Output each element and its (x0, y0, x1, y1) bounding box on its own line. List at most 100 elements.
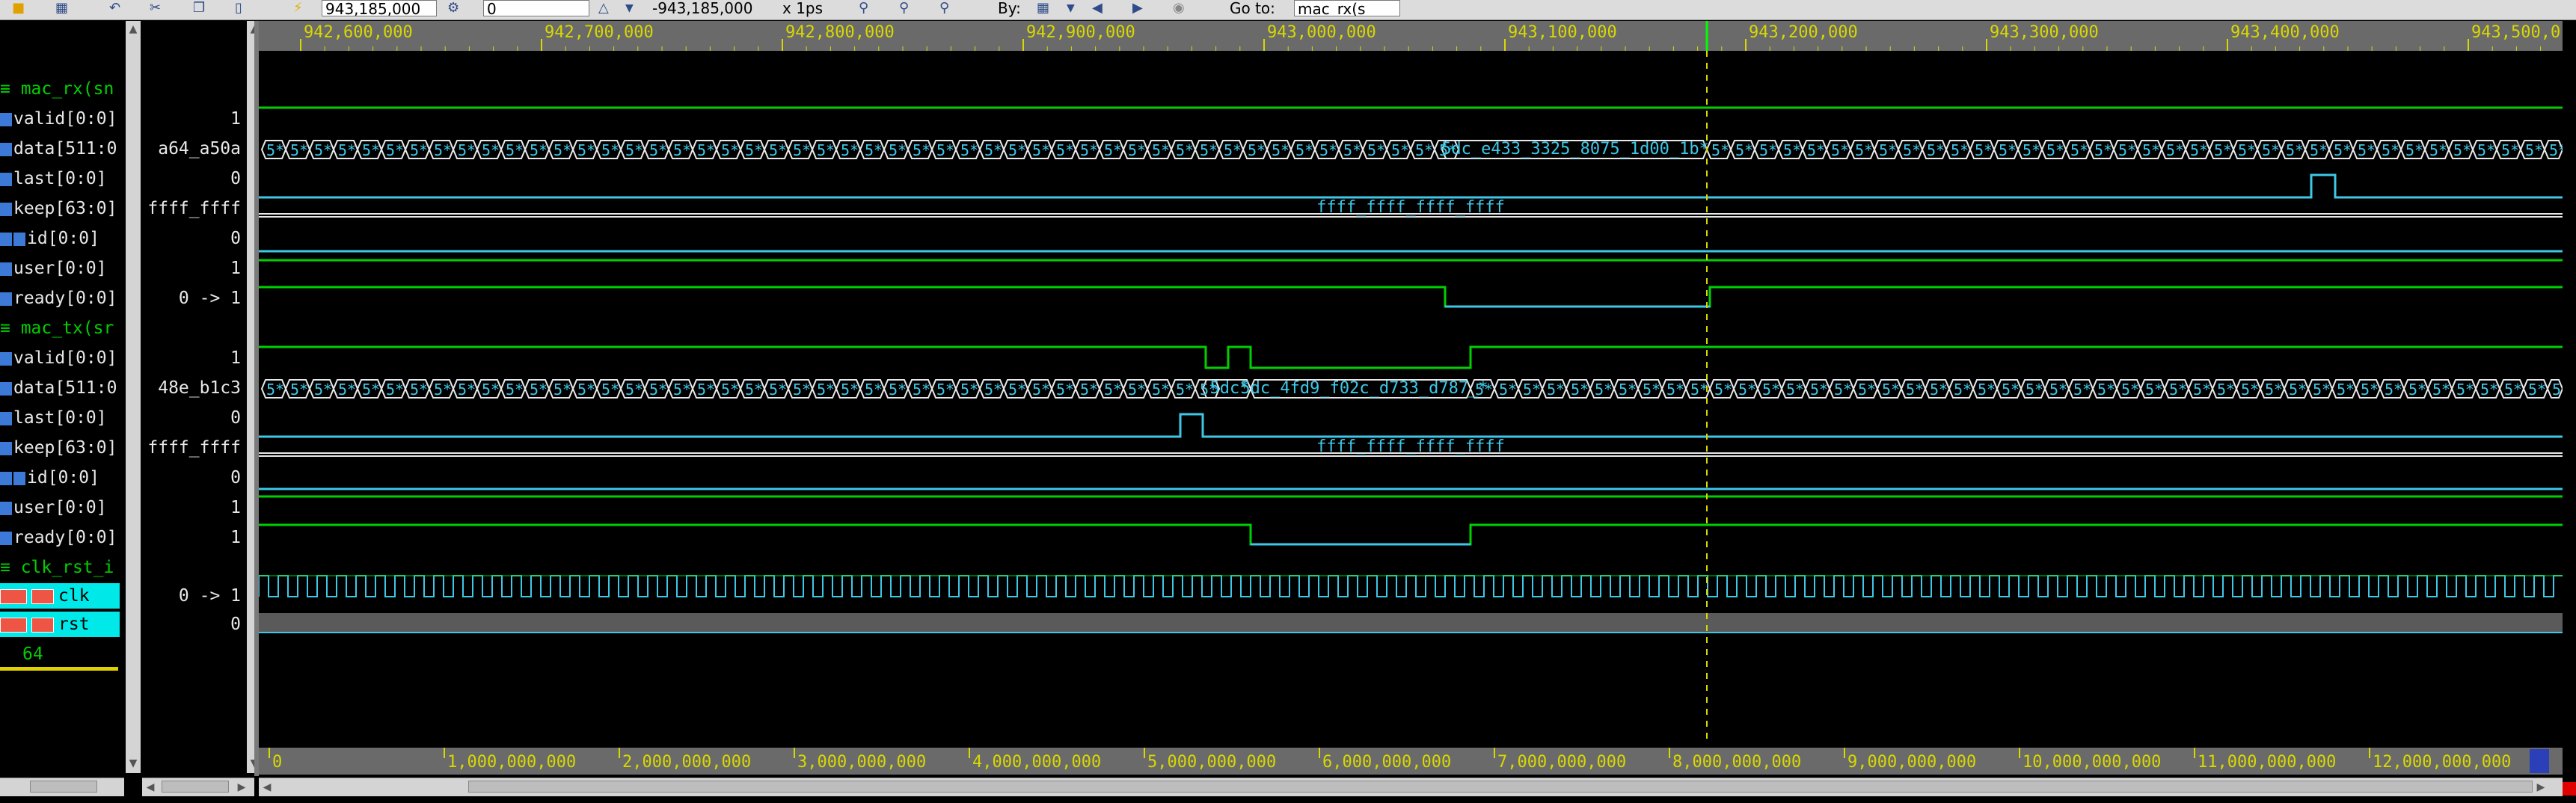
copy-icon[interactable]: ❐ (193, 0, 205, 16)
bus-segment-label: 5* (1807, 141, 1825, 159)
zoom-fit-icon[interactable]: ⚲ (939, 0, 949, 16)
value-hscroll[interactable]: ◀ ▶ (142, 778, 254, 796)
bus-segment-label: 5* (984, 141, 1002, 159)
tx-ready-name[interactable]: ready[0:0] (0, 525, 120, 550)
delta-field[interactable]: 0 (483, 0, 589, 16)
rx-last-name[interactable]: last[0:0] (0, 166, 120, 191)
clk-name[interactable]: clk (0, 583, 120, 609)
stop-icon[interactable]: ◉ (1173, 0, 1185, 16)
overview-marker[interactable] (2530, 749, 2549, 773)
rx-data-name[interactable]: data[511:0] (0, 136, 120, 161)
bus-segment-label: 5* (2313, 381, 2331, 399)
bus-segment-label: 5* (1343, 141, 1361, 159)
bus-segment-label: 5* (1224, 141, 1242, 159)
wave-scroll-left-icon[interactable]: ◀ (259, 778, 275, 796)
top-tick-label: 943,500,0 (2471, 23, 2560, 42)
wave-hscroll-thumb[interactable] (468, 781, 2533, 793)
cut-icon[interactable]: ✂ (150, 0, 161, 16)
rx-ready-name[interactable]: ready[0:0] (0, 286, 120, 311)
bottom-tick-label: 8,000,000,000 (1672, 753, 1801, 772)
signal-icon (0, 501, 12, 515)
by-dropdown-icon[interactable]: ▼ (1067, 0, 1075, 16)
hierarchy-icon[interactable]: ▦ (55, 0, 68, 16)
tx-user-value: 1 (230, 498, 241, 517)
tx-user-name[interactable]: user[0:0] (0, 495, 120, 520)
bus-segment-label: 5* (625, 381, 643, 399)
scroll-left-icon[interactable]: ◀ (142, 778, 159, 796)
tx-last-name[interactable]: last[0:0] (0, 405, 120, 431)
rx-user-name[interactable]: user[0:0] (0, 256, 120, 281)
bus-segment-label: 5* (1738, 381, 1756, 399)
bus-segment-label: 5* (2286, 141, 2304, 159)
bus-segment-label: 5* (458, 381, 476, 399)
wave-hscroll[interactable]: ◀ ▶ (259, 778, 2563, 796)
rst-name[interactable]: rst (0, 612, 120, 637)
top-tick-label: 943,300,000 (1990, 23, 2099, 42)
search-by-icon[interactable]: ▦ (1037, 0, 1049, 16)
bus-segment-label: 5* (2334, 141, 2352, 159)
tx-ready-value: 1 (230, 528, 241, 547)
signal-icon (0, 262, 12, 276)
zoom-out-icon[interactable]: ⚲ (859, 0, 868, 16)
delta-icon[interactable]: △ (598, 0, 609, 16)
bus-segment-label: 5* (1786, 381, 1804, 399)
bus-segment-label: 5* (936, 141, 954, 159)
tx-data-name[interactable]: data[511:0] (0, 375, 120, 401)
name-hscroll[interactable] (0, 778, 124, 796)
bus-segment-label: 5* (984, 381, 1002, 399)
tx-valid-name[interactable]: valid[0:0] (0, 345, 120, 371)
next-edge-icon[interactable]: ▶ (1132, 0, 1143, 16)
bus-segment-label: 5* (2217, 381, 2235, 399)
rx-last-value: 0 (230, 169, 241, 188)
tx-id-name[interactable]: id[0:0] (0, 465, 120, 490)
zoom-in-icon[interactable]: ⚲ (899, 0, 909, 16)
signal-icon (0, 172, 12, 186)
rx-keep-value: ffff_ffff (147, 199, 241, 218)
bus-segment-label: 5* (817, 381, 835, 399)
scroll-up-icon[interactable]: ▲ (126, 21, 141, 37)
undo-icon[interactable]: ↶ (109, 0, 120, 16)
value-hscroll-thumb[interactable] (162, 781, 229, 793)
corner-indicator (2563, 782, 2576, 796)
cursor-time-field[interactable]: 943,185,000 (322, 0, 437, 16)
scroll-right-icon[interactable]: ▶ (233, 778, 250, 796)
waveform-canvas[interactable]: 942,600,000 942,700,000 942,800,000 942,900… (259, 21, 2563, 776)
prev-edge-icon[interactable]: ◀ (1092, 0, 1103, 16)
rx-id-name[interactable]: id[0:0] (0, 226, 120, 251)
delta-dropdown-icon[interactable]: ▼ (625, 0, 634, 16)
bus-segment-label: 5* (2214, 141, 2232, 159)
wave-scroll-right-icon[interactable]: ▶ (2533, 778, 2549, 796)
bus-segment-label: 5* (1595, 381, 1613, 399)
marker-icon[interactable]: ⚙ (447, 0, 459, 16)
bus-segment-label: 5* (769, 381, 787, 399)
bus-segment-label: 5* (601, 141, 619, 159)
group-mac-rx[interactable]: ≡ mac_rx(sn (0, 76, 120, 102)
bus-segment-label: 5* (2049, 381, 2067, 399)
cursor-icon[interactable]: ⚡ (293, 0, 303, 16)
rx-keep-name[interactable]: keep[63:0] (0, 196, 120, 221)
bus-segment-label: 5* (1903, 141, 1921, 159)
bus-segment-label: 5* (2337, 381, 2355, 399)
name-hscroll-thumb[interactable] (30, 781, 97, 793)
group-mac-tx[interactable]: ≡ mac_tx(sr (0, 316, 120, 341)
goto-select[interactable]: mac_rx(s (1294, 0, 1400, 16)
bus-segment-label: 5* (1999, 141, 2017, 159)
bus-segment-label: 5* (2528, 381, 2546, 399)
rx-valid-name[interactable]: valid[0:0] (0, 106, 120, 132)
expand-icon[interactable] (13, 232, 25, 246)
bottom-tick-label: 2,000,000,000 (622, 753, 751, 772)
by-label: By: (998, 0, 1021, 17)
bus-segment-label: 5* (841, 141, 859, 159)
expand-icon[interactable] (13, 471, 25, 485)
top-tick-label: 943,400,000 (2230, 23, 2340, 42)
bus-segment-label: 5* (2405, 141, 2423, 159)
count-label: 64 (22, 644, 43, 664)
paste-icon[interactable]: ▯ (235, 0, 242, 16)
group-clk-rst[interactable]: ≡ clk_rst_i (0, 555, 120, 580)
tx-keep-name[interactable]: keep[63:0] (0, 435, 120, 461)
bus-segment-label: 5* (577, 141, 595, 159)
open-folder-icon[interactable]: ■ (12, 0, 25, 16)
bus-segment-label: 5* (936, 381, 954, 399)
bus-segment-label: 5* (577, 381, 595, 399)
scroll-down-icon[interactable]: ▼ (126, 755, 141, 772)
